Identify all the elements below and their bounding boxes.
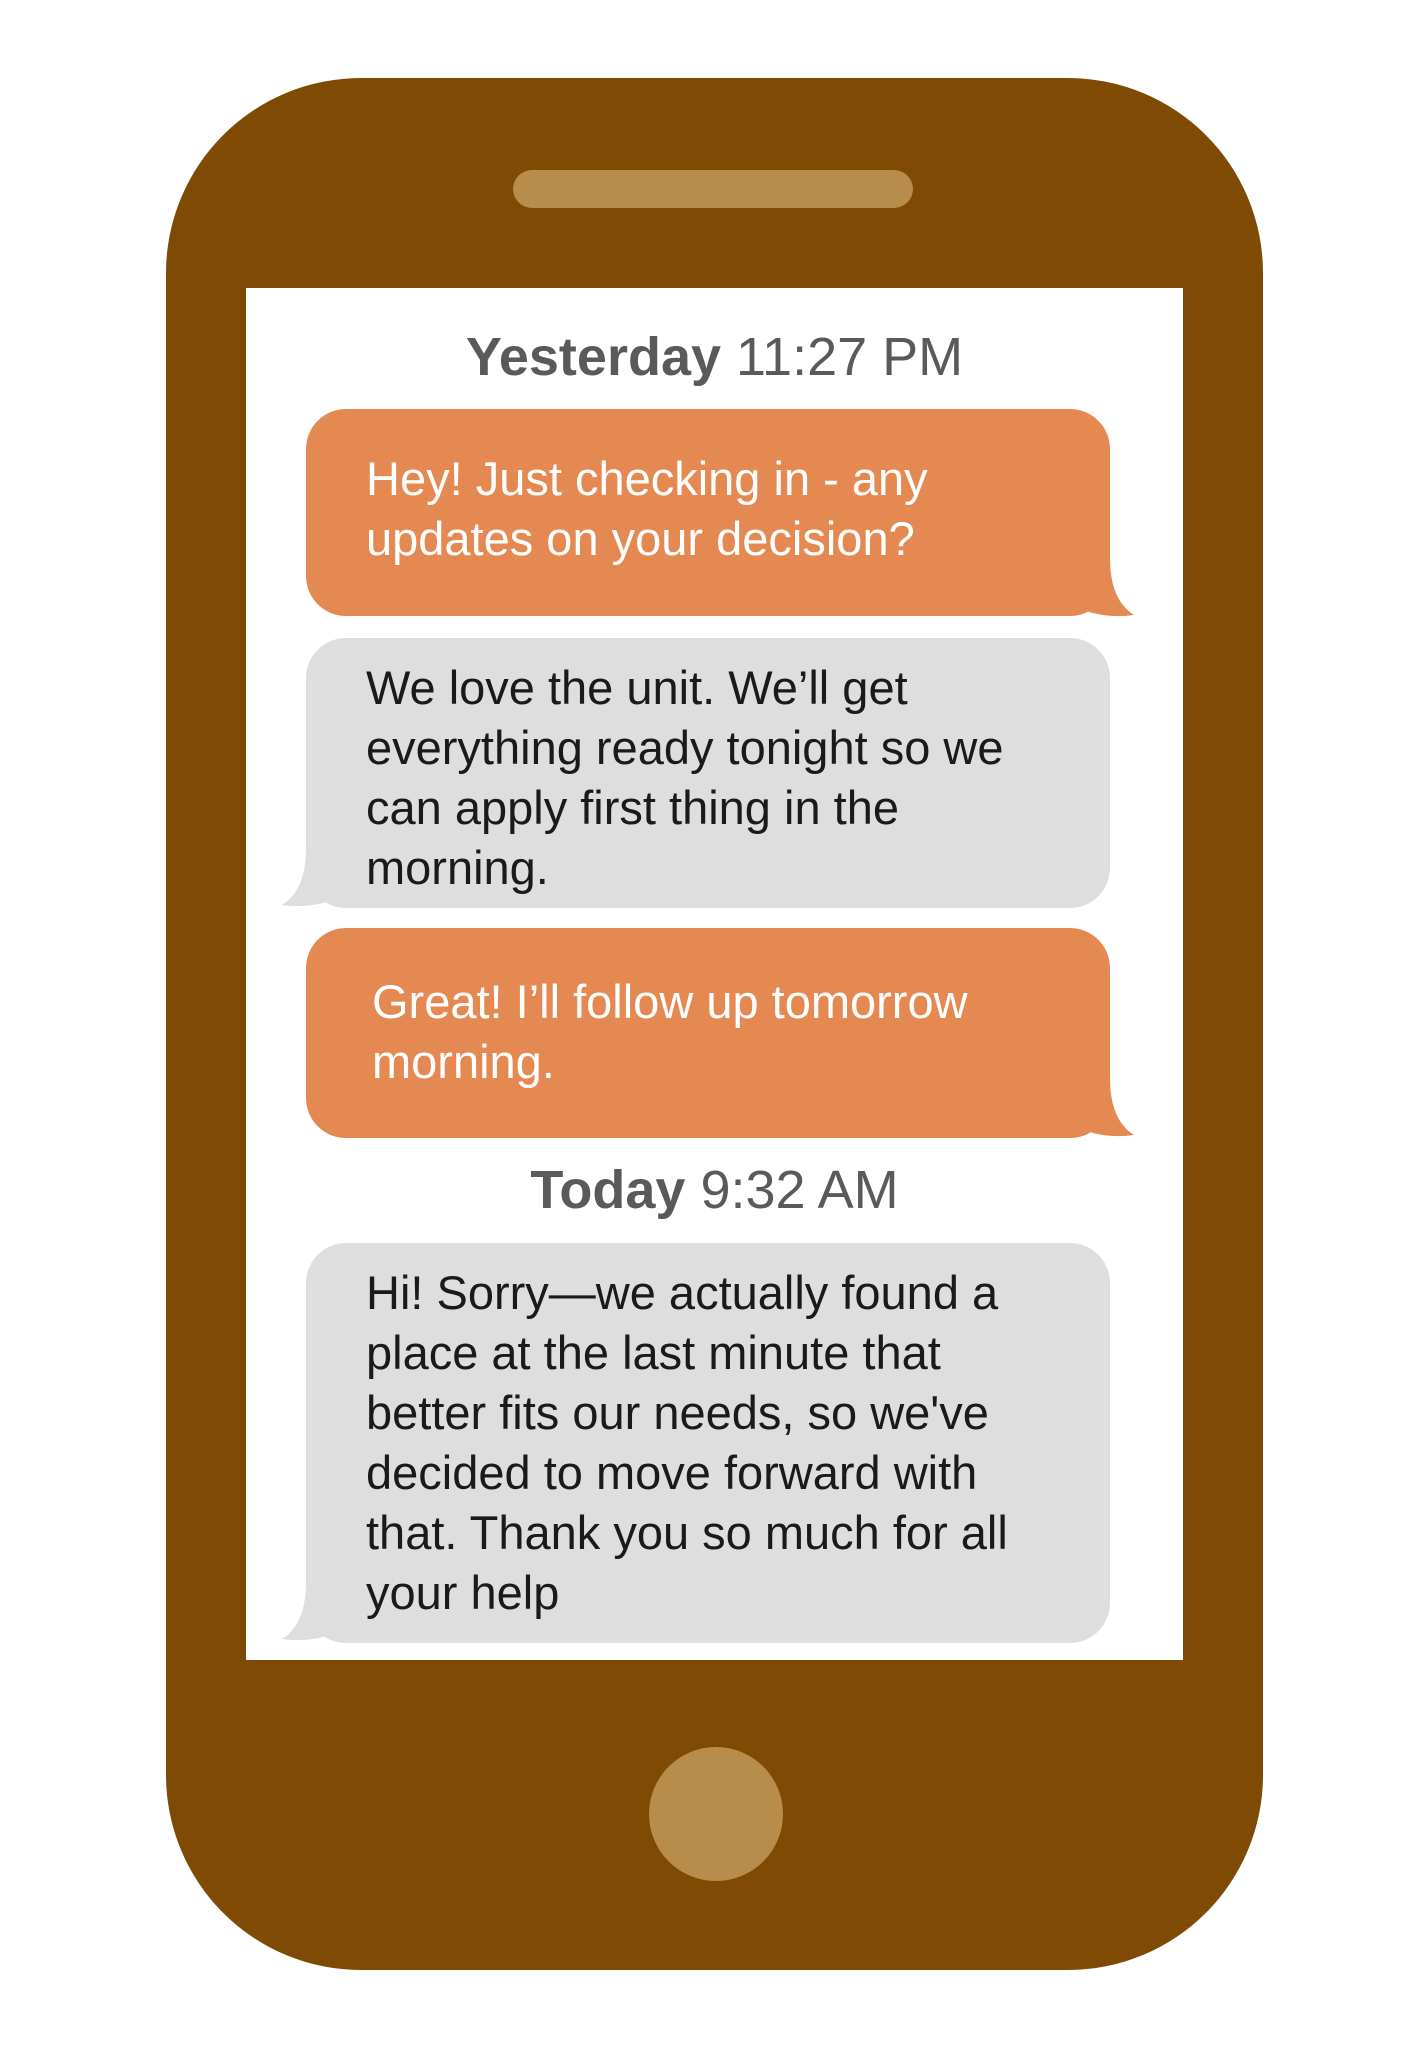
timestamp-today: Today 9:32 AM [246, 1158, 1183, 1222]
message-bubble-incoming: Hi! Sorry—we actually found a place at t… [306, 1243, 1110, 1643]
bubble-tail-outgoing [1066, 1078, 1134, 1137]
bubble-tail-outgoing [1066, 558, 1134, 617]
message-bubble-outgoing: Great! I’ll follow up tomorrow morning. [306, 928, 1110, 1138]
timestamp-yesterday: Yesterday 11:27 PM [246, 325, 1183, 389]
message-text: We love the unit. We’ll get everything r… [366, 661, 1004, 894]
message-bubble-incoming: We love the unit. We’ll get everything r… [306, 638, 1110, 908]
timestamp-time: 9:32 AM [700, 1160, 899, 1220]
message-bubble-outgoing: Hey! Just checking in - any updates on y… [306, 409, 1110, 616]
speaker-slot [513, 170, 913, 208]
message-text: Great! I’ll follow up tomorrow morning. [372, 975, 968, 1088]
message-screen: Yesterday 11:27 PM Hey! Just checking in… [246, 288, 1183, 1660]
bubble-tail-incoming [282, 848, 350, 907]
message-text: Hi! Sorry—we actually found a place at t… [366, 1266, 1008, 1619]
timestamp-day: Yesterday [465, 327, 722, 387]
message-text: Hey! Just checking in - any updates on y… [366, 452, 928, 565]
bubble-tail-incoming [282, 1582, 350, 1641]
home-button[interactable] [649, 1747, 783, 1881]
timestamp-time: 11:27 PM [736, 327, 964, 387]
timestamp-day: Today [530, 1160, 686, 1220]
phone-body: Yesterday 11:27 PM Hey! Just checking in… [166, 78, 1263, 1970]
